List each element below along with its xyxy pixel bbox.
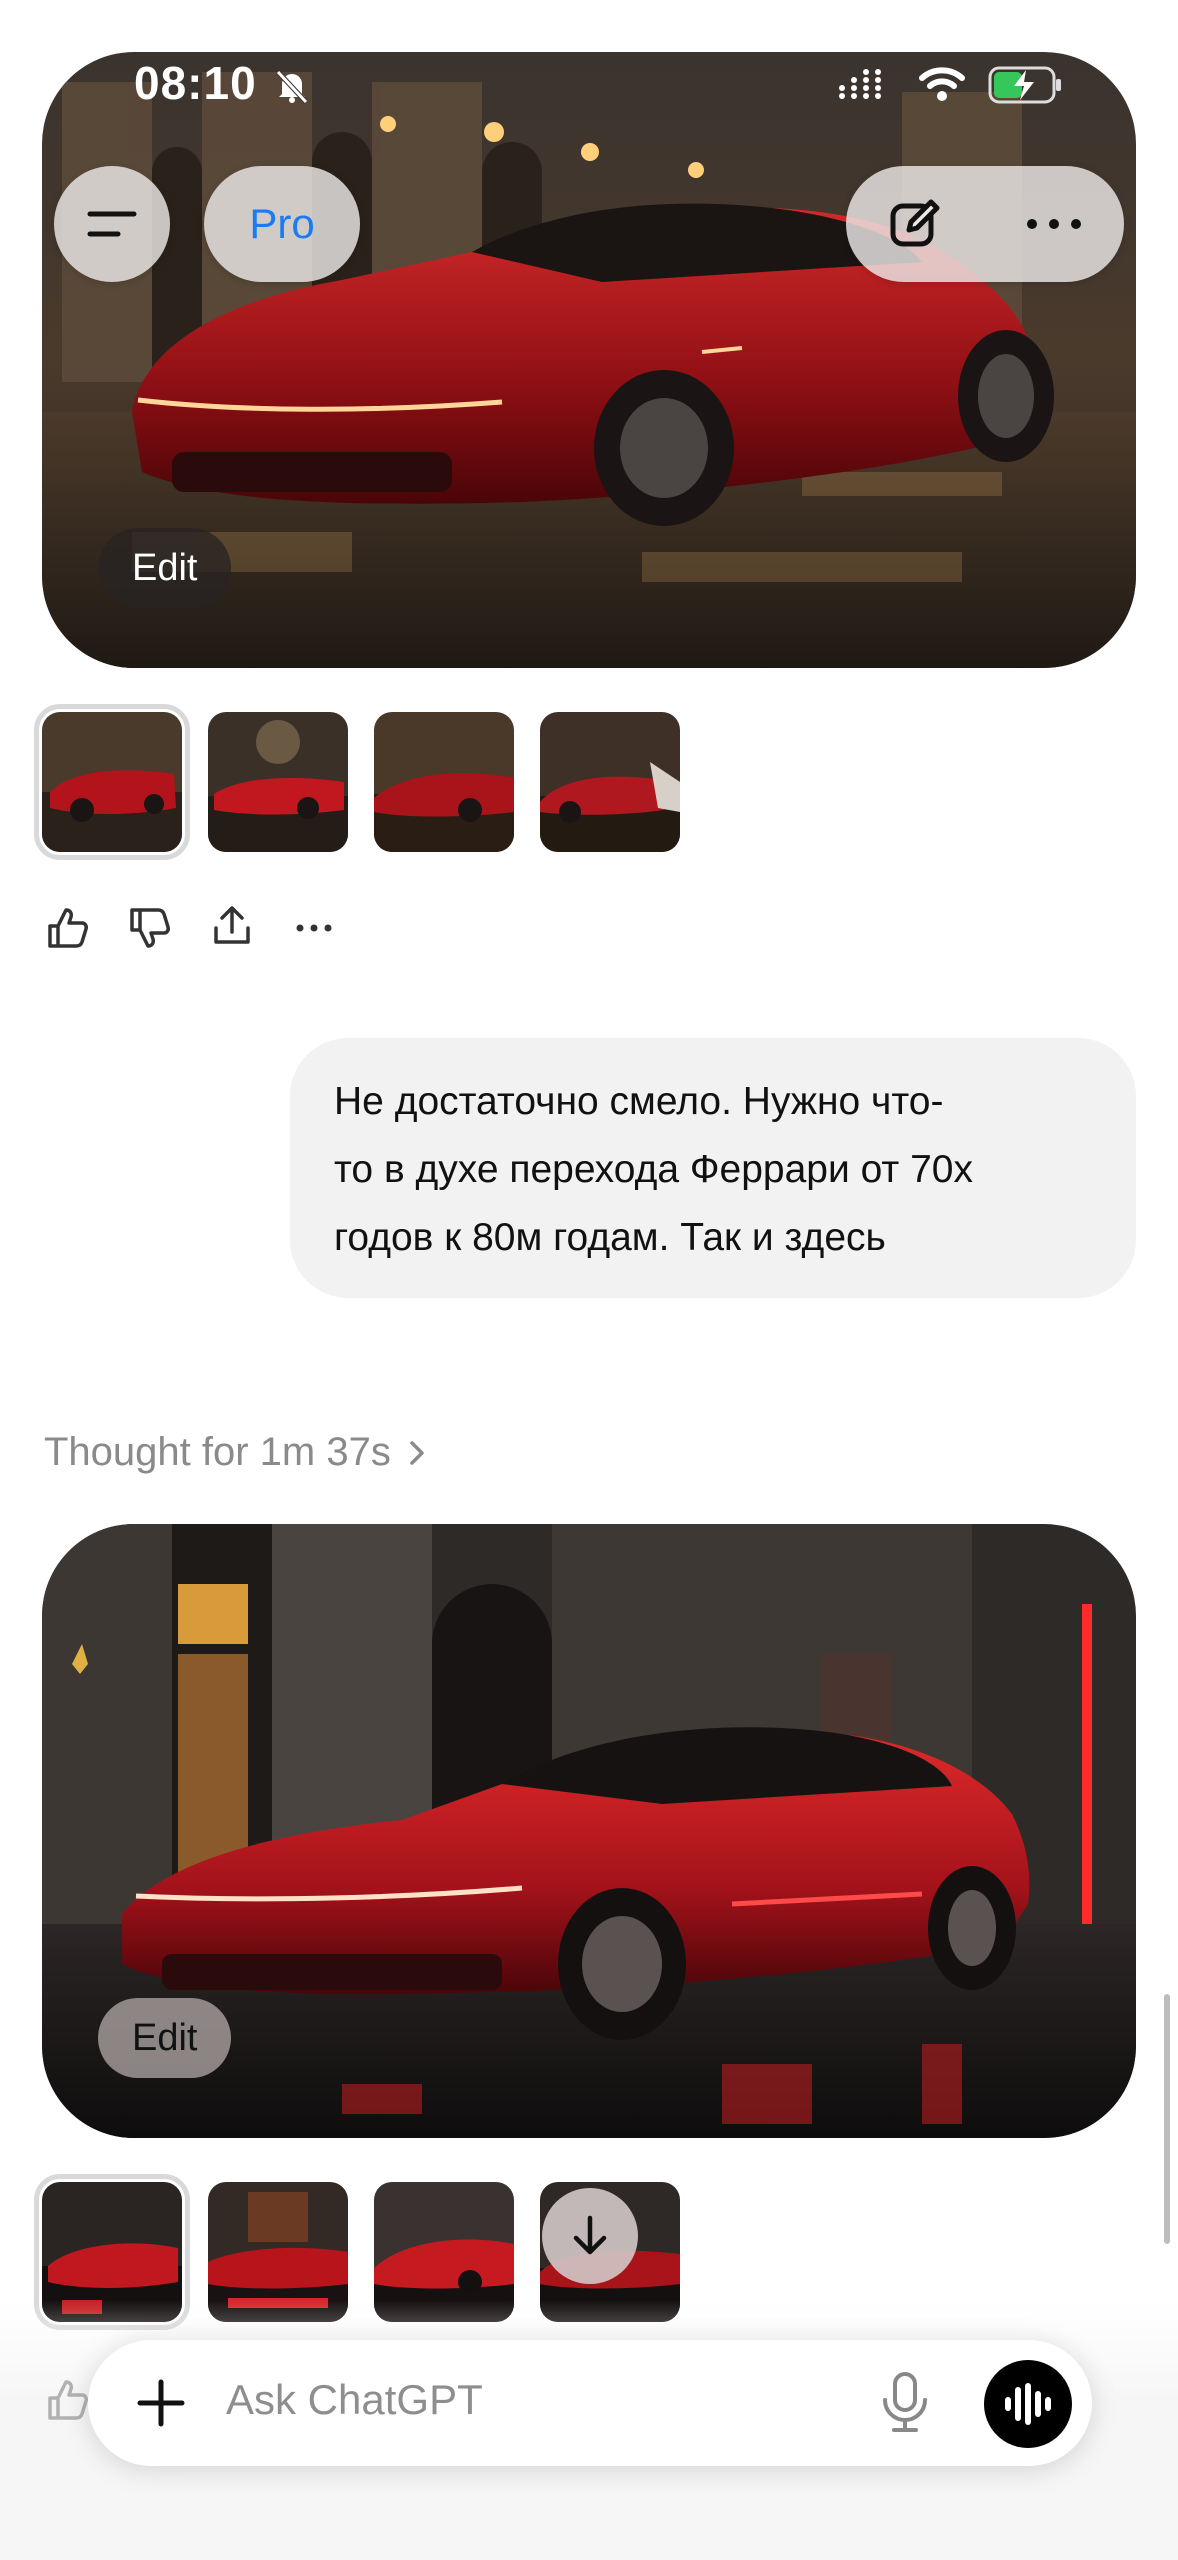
menu-icon (87, 211, 137, 237)
scroll-down-button[interactable] (542, 2188, 638, 2284)
thumbnail-1[interactable] (34, 704, 190, 860)
plus-icon[interactable] (130, 2372, 192, 2434)
thumbs-up-icon[interactable] (44, 904, 92, 952)
thought-toggle[interactable]: Thought for 1m 37s (44, 1430, 427, 1475)
thumbs-down-icon[interactable] (126, 904, 174, 952)
microphone-icon[interactable] (876, 2370, 934, 2436)
user-message-line: Не достаточно смело. Нужно что- (334, 1080, 944, 1123)
more-icon[interactable] (290, 904, 338, 952)
menu-button[interactable] (54, 166, 170, 282)
message-input[interactable]: Ask ChatGPT (226, 2376, 483, 2424)
status-time: 08:10 (134, 57, 257, 109)
voice-mode-icon (1005, 2383, 1051, 2425)
user-message-line: то в духе перехода Феррари от 70х (334, 1148, 973, 1191)
edit-image-button[interactable]: Edit (98, 1998, 232, 2078)
more-icon[interactable] (1024, 214, 1084, 234)
new-chat-icon[interactable] (887, 196, 943, 252)
bell-slash-icon (276, 70, 308, 104)
thumbnail-3[interactable] (374, 712, 514, 852)
chevron-right-icon (410, 1440, 424, 1465)
thumbnail-2[interactable] (208, 712, 348, 852)
arrow-down-icon (573, 2215, 607, 2255)
model-selector-pro[interactable]: Pro (204, 166, 360, 282)
user-message-line: годов к 80м годам. Так и здесь (334, 1216, 886, 1259)
cellular-signal-icon (839, 69, 881, 99)
thumbs-up-icon (48, 2380, 88, 2420)
scrollbar[interactable] (1164, 1994, 1170, 2244)
thought-label: Thought for 1m 37s (44, 1430, 391, 1474)
edit-image-button[interactable]: Edit (98, 528, 232, 608)
voice-mode-button[interactable] (984, 2360, 1072, 2448)
wifi-icon (919, 67, 965, 101)
battery-charging-icon (988, 66, 1061, 104)
thumbnail-4[interactable] (540, 712, 680, 852)
share-icon[interactable] (208, 902, 256, 950)
header-actions (846, 166, 1124, 282)
user-message-bubble: Не достаточно смело. Нужно что- то в дух… (290, 1038, 1136, 1298)
